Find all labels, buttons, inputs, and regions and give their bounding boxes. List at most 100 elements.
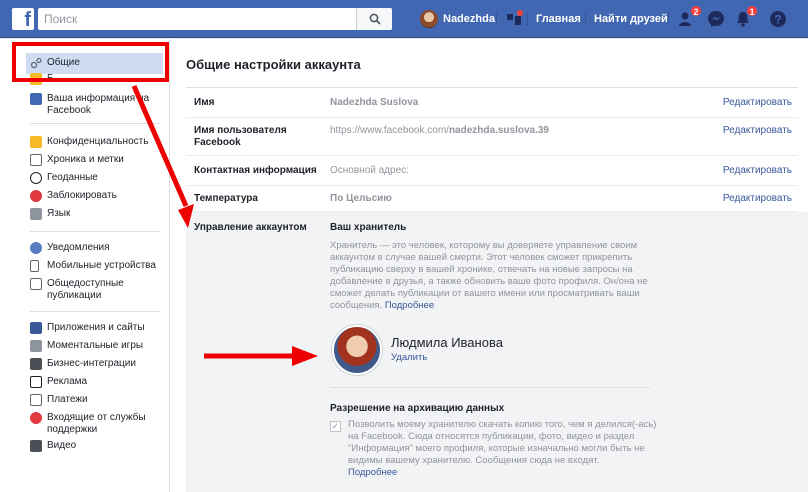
- sidebar-item-ads[interactable]: Реклама: [30, 376, 87, 388]
- remove-guardian-link[interactable]: Удалить: [391, 352, 427, 363]
- row-value: Основной адрес:: [330, 165, 409, 176]
- ads-icon: [30, 376, 42, 388]
- edit-link[interactable]: Редактировать: [723, 165, 792, 176]
- archive-learn-more-link[interactable]: Подробнее: [348, 467, 397, 478]
- nav-divider: [585, 12, 586, 26]
- sidebar-item-label: Видео: [47, 440, 77, 451]
- friend-requests-badge: 2: [690, 5, 702, 17]
- support-icon: [30, 412, 42, 424]
- lock-icon: [30, 136, 42, 148]
- sidebar-item-label: Входящие от службы поддержки: [47, 412, 146, 435]
- row-label: Имя: [194, 97, 215, 108]
- guardian-avatar: [332, 325, 382, 375]
- sidebar-item-business[interactable]: Бизнес-интеграции: [30, 358, 136, 370]
- guardian-name[interactable]: Людмила Иванова: [391, 335, 503, 350]
- sidebar-item-label: Реклама: [47, 376, 88, 387]
- sidebar-item-public-posts[interactable]: Общедоступные публикации: [30, 278, 157, 302]
- sidebar-item-label: Язык: [47, 208, 71, 219]
- business-icon: [30, 358, 42, 370]
- annotation-highlight-box: [12, 42, 169, 82]
- video-icon: [30, 440, 42, 452]
- profile-name: Nadezhda: [443, 13, 495, 25]
- sidebar-item-language[interactable]: Язык: [30, 208, 70, 220]
- legacy-contact-title: Ваш хранитель: [330, 222, 407, 233]
- settings-content: Общие настройки аккаунта Имя Nadezhda Su…: [170, 39, 808, 492]
- sidebar-item-mobile[interactable]: Мобильные устройства: [30, 260, 156, 272]
- groups-icon[interactable]: [503, 8, 525, 30]
- legacy-contact-description: Хранитель — это человек, которому вы дов…: [330, 240, 670, 312]
- games-icon: [30, 340, 42, 352]
- sidebar-item-label: Платежи: [47, 394, 88, 405]
- sidebar-item-location[interactable]: Геоданные: [30, 172, 98, 184]
- messenger-icon[interactable]: [705, 8, 727, 30]
- sidebar-item-support-inbox[interactable]: Входящие от службы поддержки: [30, 412, 157, 436]
- notifications-icon[interactable]: 1: [732, 5, 758, 30]
- page-title: Общие настройки аккаунта: [186, 57, 361, 72]
- home-link[interactable]: Главная: [536, 9, 581, 29]
- svg-text:?: ?: [774, 13, 781, 27]
- top-navigation-bar: f Nadezhda Главная Найти друзей 2 1 ?: [0, 0, 808, 38]
- settings-sidebar: Общие Б Ваша информация на Facebook Конф…: [0, 39, 170, 492]
- panel-divider: [330, 387, 650, 388]
- sidebar-divider: [30, 231, 160, 232]
- nav-divider: [668, 12, 669, 26]
- edit-link[interactable]: Редактировать: [723, 193, 792, 204]
- payments-icon: [30, 394, 42, 406]
- sidebar-item-label: Ваша информация на Facebook: [47, 93, 150, 116]
- username-url-prefix: https://www.facebook.com/: [330, 125, 449, 136]
- sidebar-item-label: Мобильные устройства: [47, 260, 156, 271]
- nav-divider: [527, 12, 528, 26]
- archive-text: Позволить моему хранителю скачать копию …: [348, 419, 657, 466]
- row-label: Контактная информация: [194, 165, 317, 176]
- edit-link[interactable]: Редактировать: [723, 97, 792, 108]
- sidebar-item-label: Заблокировать: [47, 190, 117, 201]
- sidebar-item-privacy[interactable]: Конфиденциальность: [30, 136, 148, 148]
- search-button[interactable]: [356, 8, 392, 30]
- facebook-icon: [30, 93, 42, 105]
- search-icon: [369, 13, 381, 25]
- archive-permission-description: Позволить моему хранителю скачать копию …: [348, 419, 660, 479]
- block-icon: [30, 190, 42, 202]
- username-value: nadezhda.suslova.39: [448, 125, 549, 136]
- archive-permission-title: Разрешение на архивацию данных: [330, 403, 505, 414]
- sidebar-item-your-info[interactable]: Ваша информация на Facebook: [30, 93, 167, 117]
- apps-icon: [30, 322, 42, 334]
- sidebar-item-apps[interactable]: Приложения и сайты: [30, 322, 145, 334]
- learn-more-link[interactable]: Подробнее: [385, 300, 434, 311]
- settings-row-contact: Контактная информация Основной адрес: Ре…: [186, 156, 798, 186]
- notifications-badge: 1: [746, 5, 758, 17]
- avatar: [420, 10, 438, 28]
- description-text: Хранитель — это человек, которому вы дов…: [330, 240, 648, 311]
- row-label: Имя пользователя Facebook: [194, 125, 287, 148]
- sidebar-item-blocking[interactable]: Заблокировать: [30, 190, 117, 202]
- sidebar-item-video[interactable]: Видео: [30, 440, 76, 452]
- globe-icon: [30, 242, 42, 254]
- edit-link[interactable]: Редактировать: [723, 125, 792, 136]
- location-icon: [30, 172, 42, 184]
- sidebar-divider: [30, 123, 160, 124]
- settings-row-name: Имя Nadezhda Suslova Редактировать: [186, 88, 798, 118]
- sidebar-item-label: Бизнес-интеграции: [47, 358, 136, 369]
- nav-divider: [496, 12, 497, 26]
- row-value: Nadezhda Suslova: [330, 97, 419, 108]
- search-box: [38, 8, 392, 30]
- sidebar-item-notifications[interactable]: Уведомления: [30, 242, 110, 254]
- sidebar-item-label: Конфиденциальность: [47, 136, 149, 147]
- facebook-logo[interactable]: f: [12, 8, 34, 31]
- find-friends-link[interactable]: Найти друзей: [594, 9, 668, 29]
- archive-permission-checkbox[interactable]: ✓: [330, 421, 341, 432]
- sidebar-item-label: Геоданные: [47, 172, 98, 183]
- language-icon: [30, 208, 42, 220]
- sidebar-item-instant-games[interactable]: Моментальные игры: [30, 340, 143, 352]
- help-icon[interactable]: ?: [767, 8, 789, 30]
- row-label: Температура: [194, 193, 258, 204]
- sidebar-item-label: Уведомления: [47, 242, 110, 253]
- sidebar-item-timeline[interactable]: Хроника и метки: [30, 154, 124, 166]
- sidebar-item-payments[interactable]: Платежи: [30, 394, 88, 406]
- profile-link[interactable]: Nadezhda: [420, 9, 495, 29]
- sidebar-item-label: Приложения и сайты: [47, 322, 145, 333]
- sidebar-divider: [30, 311, 160, 312]
- friend-requests-icon[interactable]: 2: [676, 5, 702, 30]
- search-input[interactable]: [38, 8, 356, 30]
- sidebar-item-label: Общедоступные публикации: [47, 278, 124, 301]
